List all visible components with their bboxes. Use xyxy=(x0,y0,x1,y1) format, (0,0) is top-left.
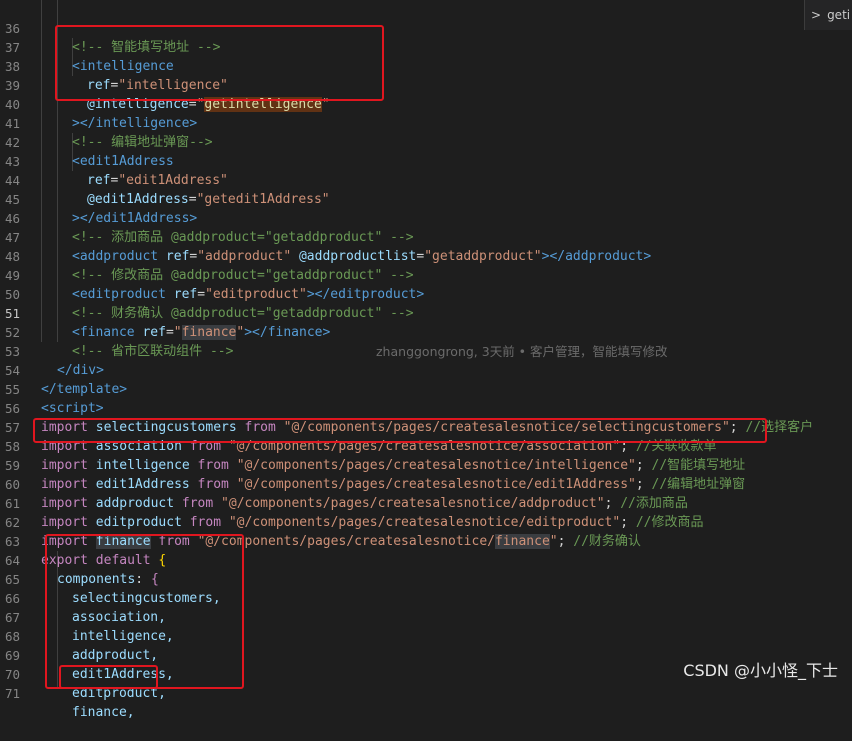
code-line[interactable]: 43 ref="edit1Address" xyxy=(0,133,852,188)
code-line[interactable]: 55 <script> xyxy=(0,361,852,416)
chevron-right-icon[interactable]: > xyxy=(811,8,821,22)
highlight-box-intelligence-tag xyxy=(55,25,384,101)
code-line[interactable]: 61 import editproduct from "@/components… xyxy=(0,475,852,530)
code-line[interactable]: 53 </div> xyxy=(0,323,852,378)
code-editor[interactable]: 36 <!-- 智能填写地址 --> 37 <intelligence 38 r… xyxy=(0,0,852,720)
code-line[interactable]: 46 <!-- 添加商品 @addproduct="getaddproduct"… xyxy=(0,190,852,245)
code-line[interactable]: 47 <addproduct ref="addproduct" @addprod… xyxy=(0,209,852,264)
code-line[interactable]: 52 <!-- 省市区联动组件 --> xyxy=(0,304,852,359)
code-line[interactable]: 45 ></edit1Address> xyxy=(0,171,852,226)
code-line[interactable]: 36 <!-- 智能填写地址 --> xyxy=(0,0,852,55)
highlight-box-finance xyxy=(59,665,158,689)
code-line[interactable]: 56 import selectingcustomers from "@/com… xyxy=(0,380,852,435)
code-line[interactable]: 54 </template> xyxy=(0,342,852,397)
code-line[interactable]: 42 <edit1Address xyxy=(0,114,852,169)
breadcrumb[interactable]: > geti xyxy=(804,0,852,30)
breadcrumb-label[interactable]: geti xyxy=(827,8,850,22)
line-number: 71 xyxy=(4,686,20,701)
code-line[interactable]: 57 import association from "@/components… xyxy=(0,399,852,454)
code-line[interactable]: 48 <!-- 修改商品 @addproduct="getaddproduct"… xyxy=(0,228,852,283)
code-line[interactable]: 50 <!-- 财务确认 @addproduct="getaddproduct"… xyxy=(0,266,852,321)
code-line[interactable]: 44 @edit1Address="getedit1Address" xyxy=(0,152,852,207)
watermark: CSDN @小小怪_下士 xyxy=(683,661,838,680)
highlight-box-intelligence-import xyxy=(33,418,767,443)
code-line-active[interactable]: 51 <finance ref="finance"></finance> zha… xyxy=(0,285,852,359)
code-text: finance, xyxy=(72,705,135,720)
code-line[interactable]: 49 <editproduct ref="editproduct"></edit… xyxy=(0,247,852,302)
code-line[interactable]: 62 import finance from "@/components/pag… xyxy=(0,494,852,549)
code-line[interactable]: 63 export default { xyxy=(0,513,852,568)
code-line[interactable]: 60 import addproduct from "@/components/… xyxy=(0,456,852,511)
